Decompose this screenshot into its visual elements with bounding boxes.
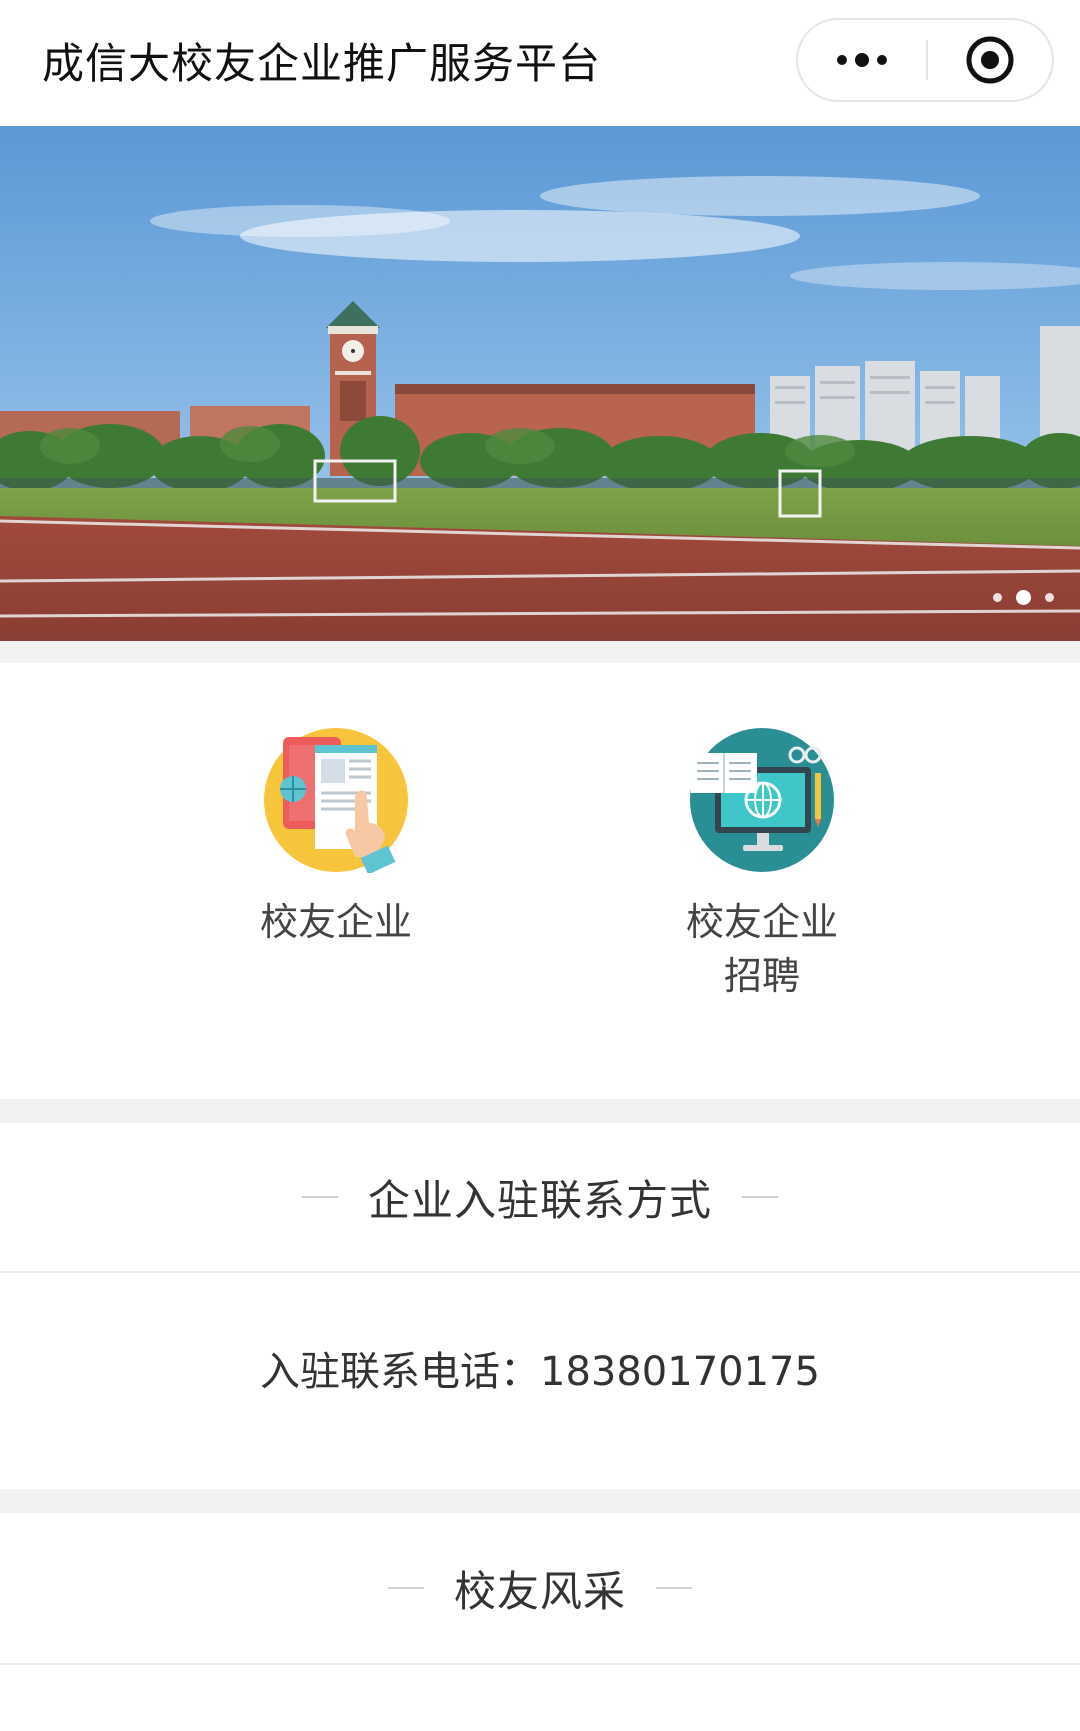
banner-carousel[interactable] (0, 126, 1080, 641)
section-title: 企业入驻联系方式 (367, 1175, 712, 1225)
computer-book-globe-icon (689, 727, 835, 873)
feature-label: 校友企业 (259, 900, 412, 944)
carousel-dot-active[interactable] (1016, 590, 1031, 605)
contact-section: 企业入驻联系方式 入驻联系电话：18380170175 (0, 1123, 1080, 1489)
divider-line (387, 1587, 424, 1589)
carousel-indicator (979, 590, 1054, 605)
miniprogram-capsule (796, 18, 1054, 102)
feature-label: 校友企业 招聘 (685, 900, 838, 998)
section-header: 企业入驻联系方式 (0, 1123, 1080, 1273)
navigation-bar: 成信大校友企业推广服务平台 (0, 0, 1080, 126)
page-title: 成信大校友企业推广服务平台 (42, 39, 602, 88)
divider-line (656, 1587, 692, 1589)
feature-alumni-recruitment[interactable]: 校友企业 招聘 (652, 727, 872, 1003)
carousel-dot[interactable] (1045, 593, 1054, 602)
web-browsing-hand-icon (263, 727, 409, 875)
feature-alumni-enterprise[interactable]: 校友企业 (226, 727, 446, 949)
section-header: 校友风采 (0, 1513, 1080, 1665)
campus-photo (0, 126, 1080, 641)
close-target-icon[interactable] (928, 20, 1052, 100)
divider-line (301, 1196, 338, 1198)
more-dots-icon[interactable] (798, 20, 926, 100)
section-title: 校友风采 (453, 1566, 626, 1616)
contact-phone[interactable]: 入驻联系电话：18380170175 (0, 1339, 1080, 1397)
carousel-dot[interactable] (993, 593, 1002, 602)
alumni-section: 校友风采 (0, 1513, 1080, 1731)
divider-line (742, 1196, 778, 1198)
page: 成信大校友企业推广服务平台 校友企业 校友企业 招聘 企业入驻联系方式 入驻联系… (0, 0, 1080, 1731)
feature-grid: 校友企业 校友企业 招聘 (0, 663, 1080, 1099)
